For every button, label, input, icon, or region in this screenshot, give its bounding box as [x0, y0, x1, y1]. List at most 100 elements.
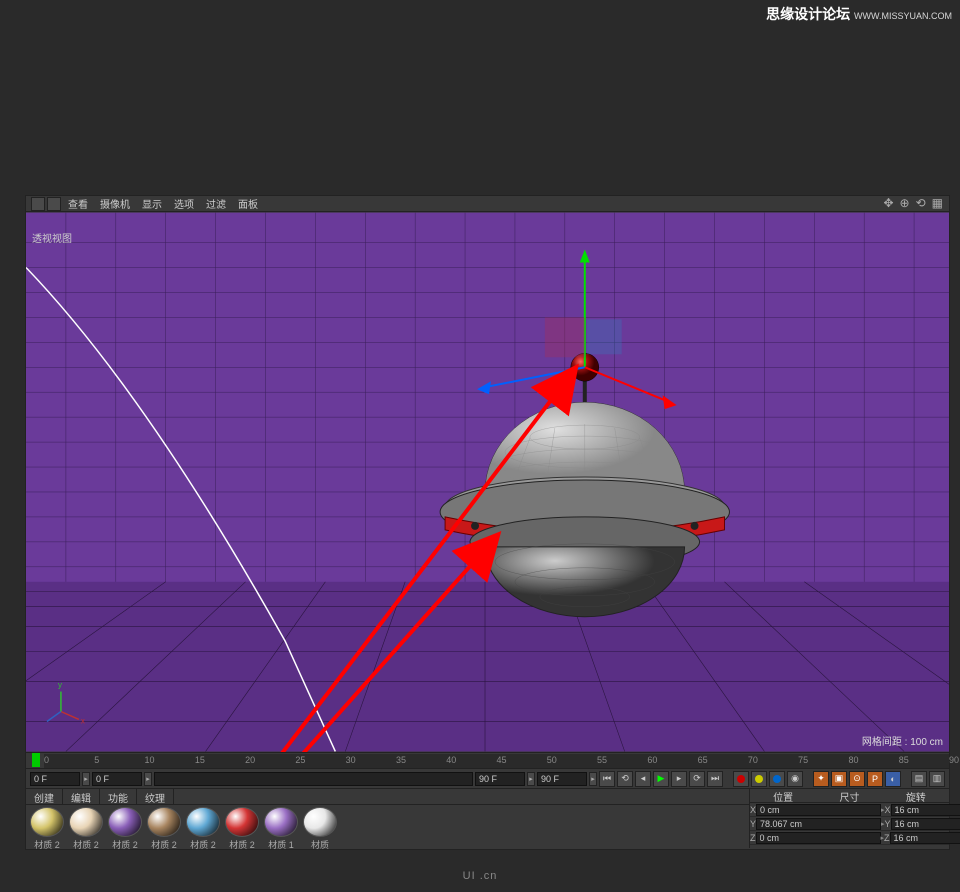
tab-create[interactable]: 创建: [26, 789, 63, 804]
material-name-label: 材质 2: [28, 838, 66, 851]
playback-controls: ▸ ▸ ▸ ▸ ⏮ ⟲ ◂ ▶ ▸ ⟳ ⏭ ◉ ✦ ▣ ⊙ P ◐ ▤ ▥: [26, 768, 949, 788]
timeline-tick: 75: [798, 755, 808, 765]
goto-end-icon[interactable]: ⏭: [707, 771, 723, 787]
size-input[interactable]: [890, 832, 960, 844]
tab-texture[interactable]: 纹理: [137, 789, 174, 804]
menu-view[interactable]: 查看: [62, 196, 94, 211]
app-window: 查看 摄像机 显示 选项 过滤 面板 ✥ ⊕ ⟲ ▦ 透视视图: [25, 195, 950, 850]
extra-icon-2[interactable]: ▥: [929, 771, 945, 787]
timeline-tick: 65: [698, 755, 708, 765]
viewport-nav-controls: ✥ ⊕ ⟲ ▦: [881, 196, 945, 210]
play-icon[interactable]: ▶: [653, 771, 669, 787]
rec-pla-icon[interactable]: ◐: [885, 771, 901, 787]
spinner[interactable]: ▸: [527, 772, 535, 786]
timeline-tick: 25: [295, 755, 305, 765]
viewport-label: 透视视图: [32, 230, 72, 245]
viewport-3d[interactable]: 透视视图: [26, 212, 949, 752]
material-name-label: 材质 1: [262, 838, 300, 851]
layout-icon[interactable]: ▦: [930, 196, 945, 210]
timeline-tick: 45: [497, 755, 507, 765]
material-swatch: [225, 807, 259, 837]
material-item[interactable]: 材质 2: [223, 807, 261, 851]
pan-icon[interactable]: ✥: [881, 196, 895, 210]
material-swatch: [108, 807, 142, 837]
autokey-icon[interactable]: [751, 771, 767, 787]
material-item[interactable]: 材质 2: [67, 807, 105, 851]
nav-prev-icon[interactable]: [31, 197, 45, 211]
menu-camera[interactable]: 摄像机: [94, 196, 136, 211]
goto-start-icon[interactable]: ⏮: [599, 771, 615, 787]
material-tabs: 创建 编辑 功能 纹理: [26, 789, 749, 805]
timeline-tick: 0: [44, 755, 49, 765]
menu-filter[interactable]: 过滤: [200, 196, 232, 211]
watermark-top: 思缘设计论坛 WWW.MISSYUAN.COM: [766, 4, 952, 24]
spinner[interactable]: ▸: [589, 772, 597, 786]
timeline[interactable]: 051015202530354045505560657075808590: [26, 752, 949, 768]
rec-pos-icon[interactable]: ✦: [813, 771, 829, 787]
coord-header-size: 尺寸: [816, 789, 882, 802]
next-frame-icon[interactable]: ▸: [671, 771, 687, 787]
material-name-label: 材质 2: [145, 838, 183, 851]
menu-display[interactable]: 显示: [136, 196, 168, 211]
timeline-tick: 10: [145, 755, 155, 765]
prev-key-icon[interactable]: ⟲: [617, 771, 633, 787]
timeline-tick: 80: [848, 755, 858, 765]
material-item[interactable]: 材质 1: [262, 807, 300, 851]
timeline-tick: 85: [899, 755, 909, 765]
watermark-bottom: UI .cn: [463, 870, 498, 882]
material-swatch: [186, 807, 220, 837]
menu-options[interactable]: 选项: [168, 196, 200, 211]
coord-header-rot: 旋转: [883, 789, 949, 802]
timeline-tick: 30: [346, 755, 356, 765]
prev-frame-icon[interactable]: ◂: [635, 771, 651, 787]
rotate-icon[interactable]: ⟲: [914, 196, 928, 210]
rec-param-icon[interactable]: P: [867, 771, 883, 787]
material-manager: 创建 编辑 功能 纹理 材质 2材质 2材质 2材质 2材质 2材质 2材质 1…: [26, 788, 749, 848]
next-key-icon[interactable]: ⟳: [689, 771, 705, 787]
menu-panel[interactable]: 面板: [232, 196, 264, 211]
spinner-up[interactable]: ▸: [144, 772, 152, 786]
nav-next-icon[interactable]: [47, 197, 61, 211]
material-item[interactable]: 材质 2: [28, 807, 66, 851]
coord-row: X▸X▸H▸: [750, 803, 949, 817]
viewport-menubar: 查看 摄像机 显示 选项 过滤 面板 ✥ ⊕ ⟲ ▦: [26, 196, 949, 212]
key-options-icon[interactable]: ◉: [787, 771, 803, 787]
zoom-icon[interactable]: ⊕: [898, 196, 912, 210]
svg-text:x: x: [81, 716, 85, 725]
record-icon[interactable]: [733, 771, 749, 787]
material-name-label: 材质 2: [184, 838, 222, 851]
keyframe-icon[interactable]: [769, 771, 785, 787]
material-swatch: [30, 807, 64, 837]
start-frame-input[interactable]: [30, 772, 80, 786]
pos-input[interactable]: [756, 818, 881, 830]
material-swatch: [303, 807, 337, 837]
material-item[interactable]: 材质: [301, 807, 339, 851]
timeline-tick: 35: [396, 755, 406, 765]
tab-function[interactable]: 功能: [100, 789, 137, 804]
coord-row: Y▸Y▸P▸: [750, 817, 949, 831]
size-input[interactable]: [891, 804, 960, 816]
current-frame-input[interactable]: [92, 772, 142, 786]
range-end-input[interactable]: [475, 772, 525, 786]
tab-edit[interactable]: 编辑: [63, 789, 100, 804]
viewport-canvas: x y: [26, 212, 949, 752]
timeline-ruler[interactable]: 051015202530354045505560657075808590: [44, 754, 949, 768]
timeline-tick: 20: [245, 755, 255, 765]
spinner-up[interactable]: ▸: [82, 772, 90, 786]
timeline-tick: 90: [949, 755, 959, 765]
pos-input[interactable]: [756, 804, 881, 816]
pos-input[interactable]: [756, 832, 881, 844]
rec-scale-icon[interactable]: ▣: [831, 771, 847, 787]
end-frame-input[interactable]: [537, 772, 587, 786]
material-item[interactable]: 材质 2: [184, 807, 222, 851]
rec-rot-icon[interactable]: ⊙: [849, 771, 865, 787]
playback-slider[interactable]: [154, 772, 473, 786]
coordinates-panel: 位置 尺寸 旋转 X▸X▸H▸Y▸Y▸P▸Z▸Z▸B▸: [749, 788, 949, 848]
timeline-playhead[interactable]: [32, 753, 40, 767]
extra-icon-1[interactable]: ▤: [911, 771, 927, 787]
material-item[interactable]: 材质 2: [106, 807, 144, 851]
material-item[interactable]: 材质 2: [145, 807, 183, 851]
material-swatch: [69, 807, 103, 837]
size-input[interactable]: [891, 818, 960, 830]
timeline-tick: 15: [195, 755, 205, 765]
